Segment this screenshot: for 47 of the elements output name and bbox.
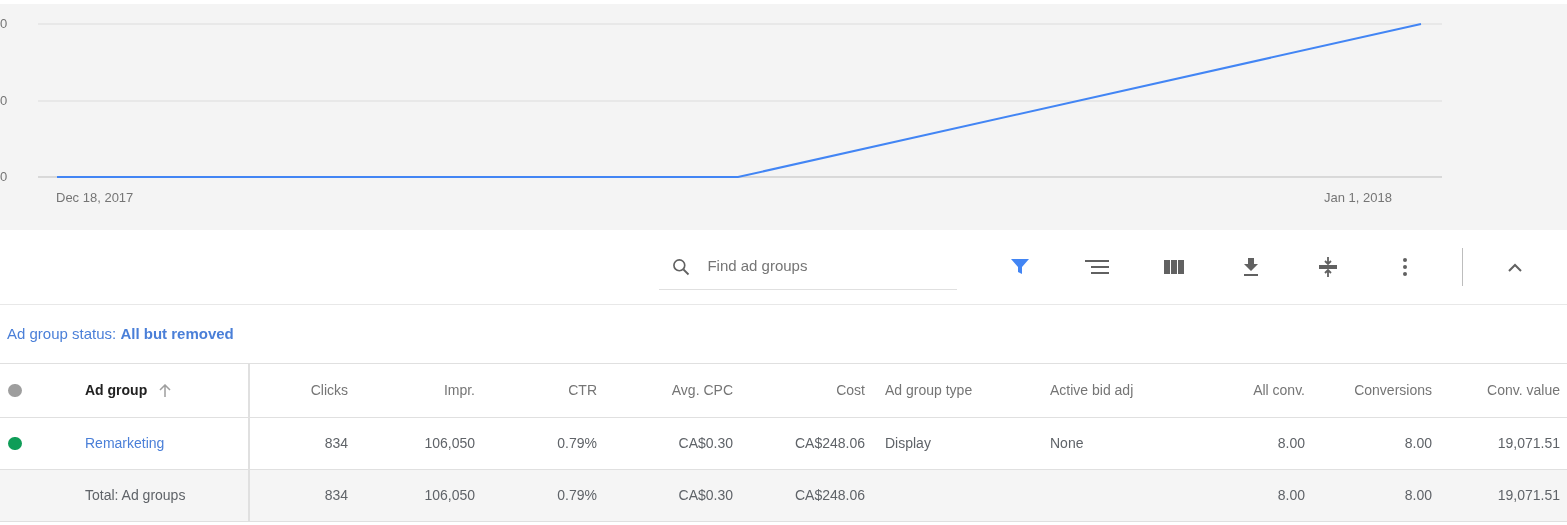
column-header[interactable]: CTR: [568, 380, 597, 401]
compress-icon: [1318, 257, 1337, 277]
column-header[interactable]: Ad group type: [885, 380, 973, 401]
table-cell-text: 8.00: [1277, 434, 1305, 453]
axis-date-label: Dec 18, 2017: [56, 189, 134, 207]
table-cell-text: Display: [885, 434, 931, 453]
column-header[interactable]: Active bid adj: [1050, 380, 1134, 401]
table-cell-text: 19,071.51: [1497, 486, 1560, 505]
table-cell-text: CA$0.30: [678, 434, 733, 453]
table-cell-text: 8.00: [1404, 486, 1432, 505]
ad-group-link[interactable]: Remarketing: [85, 433, 165, 454]
column-header[interactable]: Impr.: [443, 380, 475, 401]
table-cell-text: 8.00: [1404, 434, 1432, 453]
axis-date-label: Jan 1, 2018: [1324, 189, 1392, 207]
column-header[interactable]: All conv.: [1253, 380, 1305, 401]
table-cell-text: 0.79%: [557, 434, 597, 453]
column-header[interactable]: Ad group: [85, 380, 148, 401]
chevron-up-icon: [1508, 262, 1522, 272]
axis-tick-label: 0: [0, 170, 8, 183]
column-header[interactable]: Clicks: [310, 380, 348, 401]
table-cell-text: None: [1050, 434, 1084, 453]
column-header[interactable]: Conv. value: [1487, 380, 1560, 401]
table-cell-text: CA$248.06: [794, 434, 865, 453]
filter-status-link[interactable]: Ad group status: All but removed: [7, 322, 234, 346]
lines-icon: [1084, 260, 1109, 274]
table-cell-text: CA$248.06: [794, 486, 865, 505]
column-header[interactable]: Cost: [836, 380, 865, 401]
axis-tick-label: 0: [0, 94, 8, 107]
table-cell-text: 834: [324, 486, 348, 505]
table-cell-text: 0.79%: [557, 486, 597, 505]
status-column-icon: [8, 384, 22, 397]
table-cell-text: Total: Ad groups: [85, 486, 186, 505]
table-cell-text: 19,071.51: [1497, 434, 1560, 453]
table-cell-text: CA$0.30: [678, 486, 733, 505]
axis-tick-label: 0: [0, 17, 8, 30]
columns-icon: [1163, 260, 1184, 274]
table-cell-text: 8.00: [1277, 486, 1305, 505]
sort-up-arrow-icon[interactable]: [159, 384, 172, 397]
table-cell-text: 834: [324, 434, 348, 453]
table-cell-text: 106,050: [424, 434, 475, 453]
table-cell-text: 106,050: [424, 486, 475, 505]
search-field[interactable]: Find ad groups: [707, 255, 918, 278]
download-icon: [1241, 258, 1260, 276]
column-header[interactable]: Avg. CPC: [671, 380, 733, 401]
column-header[interactable]: Conversions: [1354, 380, 1432, 401]
search-icon: [671, 256, 692, 277]
more-icon: [1402, 258, 1407, 276]
